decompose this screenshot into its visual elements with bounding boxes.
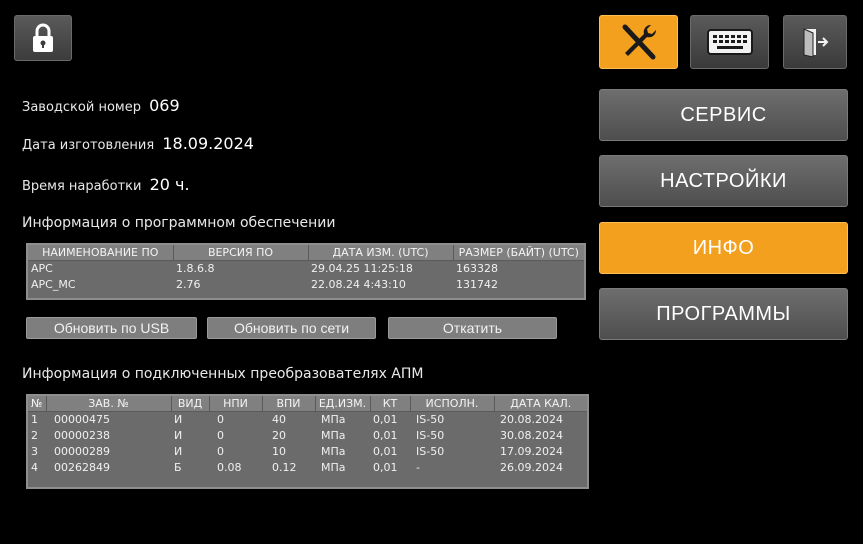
update-network-button[interactable]: Обновить по сети bbox=[207, 317, 376, 339]
dev-cell: IS-50 bbox=[416, 429, 445, 442]
serial-label: Заводской номер bbox=[22, 100, 141, 115]
dev-cell: 2 bbox=[31, 429, 38, 442]
dev-cell: МПа bbox=[321, 429, 346, 442]
manufacture-date-row: Дата изготовления 18.09.2024 bbox=[22, 134, 254, 153]
dev-cell: 00000289 bbox=[54, 445, 110, 458]
keyboard-icon bbox=[706, 29, 753, 55]
dev-cell: 17.09.2024 bbox=[500, 445, 563, 458]
table-row[interactable]: 3 00000289 И 0 10 МПа 0,01 IS-50 17.09.2… bbox=[28, 444, 587, 460]
devices-table-header: № ЗАВ. № ВИД НПИ ВПИ ЕД.ИЗМ. КТ ИСПОЛН. … bbox=[28, 396, 587, 412]
dev-cell: 40 bbox=[272, 413, 286, 427]
sw-cell-date: 22.08.24 4:43:10 bbox=[311, 278, 406, 291]
dev-header-kt: КТ bbox=[370, 396, 411, 412]
dev-header-serial: ЗАВ. № bbox=[46, 396, 172, 412]
sw-cell-size: 163328 bbox=[456, 262, 498, 276]
dev-cell: 0.12 bbox=[272, 461, 297, 474]
dev-cell: 10 bbox=[272, 445, 286, 458]
dev-cell: 00000475 bbox=[54, 413, 110, 427]
devices-section-title: Информация о подключенных преобразовател… bbox=[22, 366, 424, 382]
lock-button[interactable] bbox=[14, 15, 72, 61]
operating-hours-label: Время наработки bbox=[22, 179, 142, 194]
sw-cell-name: АРС bbox=[31, 262, 53, 276]
dev-cell: И bbox=[174, 413, 183, 427]
dev-cell: 00000238 bbox=[54, 429, 110, 442]
sw-cell-name: APC_MC bbox=[31, 278, 76, 291]
sw-cell-date: 29.04.25 11:25:18 bbox=[311, 262, 413, 276]
software-section-title: Информация о программном обеспечении bbox=[22, 215, 336, 231]
dev-header-type: ВИД bbox=[171, 396, 210, 412]
operating-hours-row: Время наработки 20 ч. bbox=[22, 175, 190, 194]
dev-cell: 20.08.2024 bbox=[500, 413, 563, 427]
dev-cell: 26.09.2024 bbox=[500, 461, 563, 474]
devices-table: № ЗАВ. № ВИД НПИ ВПИ ЕД.ИЗМ. КТ ИСПОЛН. … bbox=[26, 394, 589, 489]
sw-cell-size: 131742 bbox=[456, 278, 498, 291]
sw-cell-version: 1.8.6.8 bbox=[176, 262, 215, 276]
dev-cell: IS-50 bbox=[416, 445, 445, 458]
dev-header-lower-limit: НПИ bbox=[209, 396, 263, 412]
dev-cell: 20 bbox=[272, 429, 286, 442]
tools-icon bbox=[622, 24, 656, 60]
update-usb-button[interactable]: Обновить по USB bbox=[26, 317, 197, 339]
dev-header-upper-limit: ВПИ bbox=[262, 396, 316, 412]
sw-cell-version: 2.76 bbox=[176, 278, 201, 291]
dev-cell: 0,01 bbox=[373, 429, 398, 442]
dev-header-num: № bbox=[28, 396, 47, 412]
dev-cell: 0,01 bbox=[373, 413, 398, 427]
dev-cell: IS-50 bbox=[416, 413, 445, 427]
keyboard-button[interactable] bbox=[690, 15, 769, 69]
dev-cell: - bbox=[416, 461, 420, 474]
dev-cell: 0,01 bbox=[373, 445, 398, 458]
dev-cell: 0.08 bbox=[217, 461, 242, 474]
sw-header-name: НАИМЕНОВАНИЕ ПО bbox=[28, 245, 174, 261]
dev-cell: 0 bbox=[217, 413, 224, 427]
dev-cell: МПа bbox=[321, 445, 346, 458]
dev-cell: 4 bbox=[31, 461, 38, 474]
dev-cell: Б bbox=[174, 461, 182, 474]
table-row[interactable]: APC_MC 2.76 22.08.24 4:43:10 131742 bbox=[28, 277, 584, 293]
dev-cell: 1 bbox=[31, 413, 38, 427]
sw-header-date: ДАТА ИЗМ. (UTC) bbox=[308, 245, 454, 261]
dev-cell: 0,01 bbox=[373, 461, 398, 474]
dev-header-execution: ИСПОЛН. bbox=[410, 396, 495, 412]
exit-button[interactable] bbox=[783, 15, 847, 69]
dev-cell: 30.08.2024 bbox=[500, 429, 563, 442]
serial-row: Заводской номер 069 bbox=[22, 96, 180, 115]
exit-icon bbox=[803, 28, 829, 58]
sw-header-size: РАЗМЕР (БАЙТ) (UTC) bbox=[453, 245, 584, 261]
tools-button[interactable] bbox=[599, 15, 678, 69]
table-row[interactable]: 2 00000238 И 0 20 МПа 0,01 IS-50 30.08.2… bbox=[28, 428, 587, 444]
sw-header-version: ВЕРСИЯ ПО bbox=[173, 245, 309, 261]
dev-cell: 00262849 bbox=[54, 461, 110, 474]
dev-header-calibration-date: ДАТА КАЛ. bbox=[494, 396, 587, 412]
menu-programs-button[interactable]: ПРОГРАММЫ bbox=[599, 288, 848, 340]
dev-cell: И bbox=[174, 445, 183, 458]
dev-cell: МПа bbox=[321, 413, 346, 427]
menu-service-button[interactable]: СЕРВИС bbox=[599, 89, 848, 141]
software-table-header: НАИМЕНОВАНИЕ ПО ВЕРСИЯ ПО ДАТА ИЗМ. (UTC… bbox=[28, 245, 584, 261]
table-row[interactable]: 4 00262849 Б 0.08 0.12 МПа 0,01 - 26.09.… bbox=[28, 460, 587, 476]
table-row[interactable]: 1 00000475 И 0 40 МПа 0,01 IS-50 20.08.2… bbox=[28, 412, 587, 428]
dev-cell: МПа bbox=[321, 461, 346, 474]
dev-cell: 0 bbox=[217, 429, 224, 442]
manufacture-date-value: 18.09.2024 bbox=[162, 134, 254, 153]
table-row[interactable]: АРС 1.8.6.8 29.04.25 11:25:18 163328 bbox=[28, 261, 584, 277]
dev-cell: 3 bbox=[31, 445, 38, 458]
rollback-button[interactable]: Откатить bbox=[388, 317, 557, 339]
lock-icon bbox=[33, 23, 53, 52]
operating-hours-value: 20 ч. bbox=[149, 175, 190, 194]
dev-cell: И bbox=[174, 429, 183, 442]
menu-settings-button[interactable]: НАСТРОЙКИ bbox=[599, 155, 848, 207]
software-table: НАИМЕНОВАНИЕ ПО ВЕРСИЯ ПО ДАТА ИЗМ. (UTC… bbox=[26, 243, 586, 300]
menu-info-button[interactable]: ИНФО bbox=[599, 222, 848, 274]
dev-header-unit: ЕД.ИЗМ. bbox=[315, 396, 371, 412]
manufacture-date-label: Дата изготовления bbox=[22, 138, 155, 153]
dev-cell: 0 bbox=[217, 445, 224, 458]
serial-value: 069 bbox=[149, 96, 180, 115]
